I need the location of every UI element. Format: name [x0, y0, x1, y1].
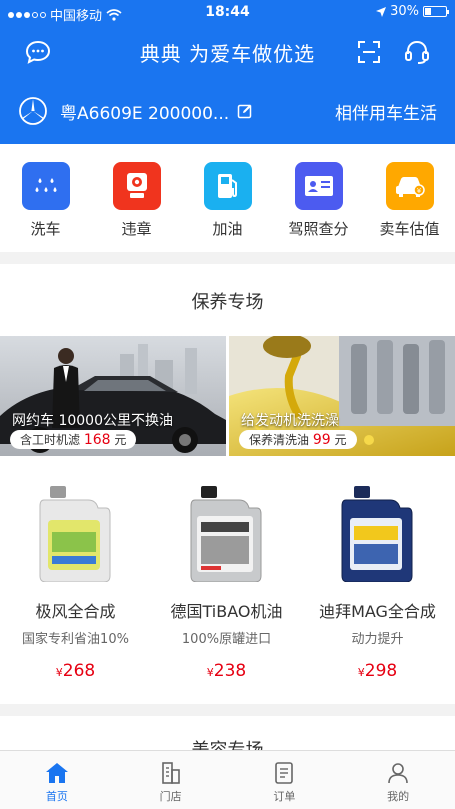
car-plate: 粤A6609E 200000...: [60, 103, 230, 124]
quick-action-label: 卖车估值: [379, 220, 440, 238]
quick-action-car-valuation[interactable]: ¥ 卖车估值: [375, 162, 445, 252]
price-value: 238: [213, 661, 247, 681]
banner-price-pill: 保养清洗油 99 元: [239, 430, 357, 449]
car-sale-icon: ¥: [385, 162, 434, 210]
camera-icon: [112, 162, 161, 210]
currency-symbol: ¥: [357, 666, 365, 679]
pill-number: 99: [312, 432, 331, 448]
pill-suffix: 元: [114, 433, 127, 447]
license-icon: [294, 162, 343, 210]
pill-number: 168: [83, 432, 111, 448]
order-icon: [275, 762, 294, 784]
oil-bottle-image: [39, 486, 110, 582]
section-title: 保养专场: [191, 292, 264, 313]
car-wash-icon: [21, 162, 70, 210]
tab-label: 门店: [159, 790, 182, 803]
product-name: 德国TiBAO机油: [170, 602, 283, 621]
tab-home[interactable]: 首页: [0, 751, 114, 809]
tab-label: 我的: [387, 790, 410, 803]
product-desc: 动力提升: [351, 632, 404, 647]
price-value: 298: [364, 661, 398, 681]
status-right: 30%: [376, 4, 449, 19]
customer-service-icon[interactable]: [403, 38, 431, 66]
scan-icon[interactable]: [355, 38, 383, 66]
page-title: 典典 为爱车做优选: [139, 42, 316, 66]
currency-symbol: ¥: [206, 666, 214, 679]
oil-bottle-image: [341, 486, 412, 582]
quick-action-fuel[interactable]: 加油: [193, 162, 263, 252]
product-price: ¥238: [207, 661, 246, 681]
pill-suffix: 元: [334, 433, 347, 447]
quick-actions: 洗车 违章 加油 驾照查分 ¥ 卖车估值: [0, 144, 455, 252]
product-card[interactable]: 德国TiBAO机油 100%原罐进口 ¥238: [151, 476, 302, 681]
product-name: 迪拜MAG全合成: [319, 602, 436, 621]
product-card[interactable]: 迪拜MAG全合成 动力提升 ¥298: [302, 476, 453, 681]
tab-label: 订单: [273, 790, 296, 803]
product-price: ¥268: [56, 661, 95, 681]
banner-engine-clean[interactable]: 给发动机洗洗澡 保养清洗油 99 元: [229, 336, 455, 456]
banner-price-pill: 含工时机滤 168 元: [10, 430, 137, 449]
quick-action-label: 洗车: [30, 220, 61, 238]
quick-action-label: 驾照查分: [288, 220, 349, 238]
battery-percent: 30%: [390, 4, 419, 19]
banner-caption: 给发动机洗洗澡: [241, 413, 339, 429]
quick-action-license[interactable]: 驾照查分: [284, 162, 354, 252]
store-icon: [161, 762, 180, 784]
status-bar: 中国移动 18:44 30%: [0, 0, 455, 26]
profile-icon: [388, 763, 408, 784]
pill-prefix: 含工时机滤: [20, 433, 81, 447]
price-value: 268: [62, 661, 96, 681]
tab-label: 首页: [45, 790, 68, 803]
location-arrow-icon: [376, 6, 387, 17]
quick-action-violation[interactable]: 违章: [102, 162, 172, 252]
car-brand-logo-icon: [19, 97, 47, 125]
slogan: 相伴用车生活: [335, 103, 437, 124]
tab-orders[interactable]: 订单: [228, 751, 342, 809]
battery-icon: [423, 6, 449, 17]
currency-symbol: ¥: [55, 666, 63, 679]
tab-store[interactable]: 门店: [114, 751, 228, 809]
banner-ride-hailing[interactable]: 网约车 10000公里不换油 含工时机滤 168 元: [0, 336, 226, 456]
home-icon: [45, 763, 68, 783]
product-desc: 100%原罐进口: [181, 632, 272, 647]
pill-prefix: 保养清洗油: [249, 433, 310, 447]
tab-profile[interactable]: 我的: [341, 751, 455, 809]
fuel-pump-icon: [203, 162, 252, 210]
quick-action-car-wash[interactable]: 洗车: [11, 162, 81, 252]
app-header: 典典 为爱车做优选 粤A6609E 200000... 相伴用车生活: [0, 26, 455, 144]
product-card[interactable]: 极风全合成 国家专利省油10% ¥268: [0, 476, 151, 681]
battery-fill: [425, 8, 431, 15]
product-name: 极风全合成: [35, 602, 116, 621]
tab-bar: 首页 门店 订单 我的: [0, 750, 455, 809]
product-desc: 国家专利省油10%: [22, 632, 129, 647]
oil-bottle-image: [190, 486, 261, 582]
svg-text:¥: ¥: [416, 187, 421, 195]
current-car[interactable]: 粤A6609E 200000... 相伴用车生活: [18, 96, 437, 126]
edit-icon[interactable]: [237, 103, 253, 119]
banner-caption: 网约车 10000公里不换油: [12, 413, 173, 429]
product-list: 极风全合成 国家专利省油10% ¥268 德国TiBAO机油 100%原罐进口 …: [0, 476, 455, 681]
quick-action-label: 加油: [212, 220, 243, 238]
quick-action-label: 违章: [121, 220, 152, 238]
product-price: ¥298: [358, 661, 397, 681]
maintenance-section: 保养专场 网约车 10000公里不换油 含工时机滤 168 元 给发动机洗洗澡 …: [0, 264, 455, 704]
